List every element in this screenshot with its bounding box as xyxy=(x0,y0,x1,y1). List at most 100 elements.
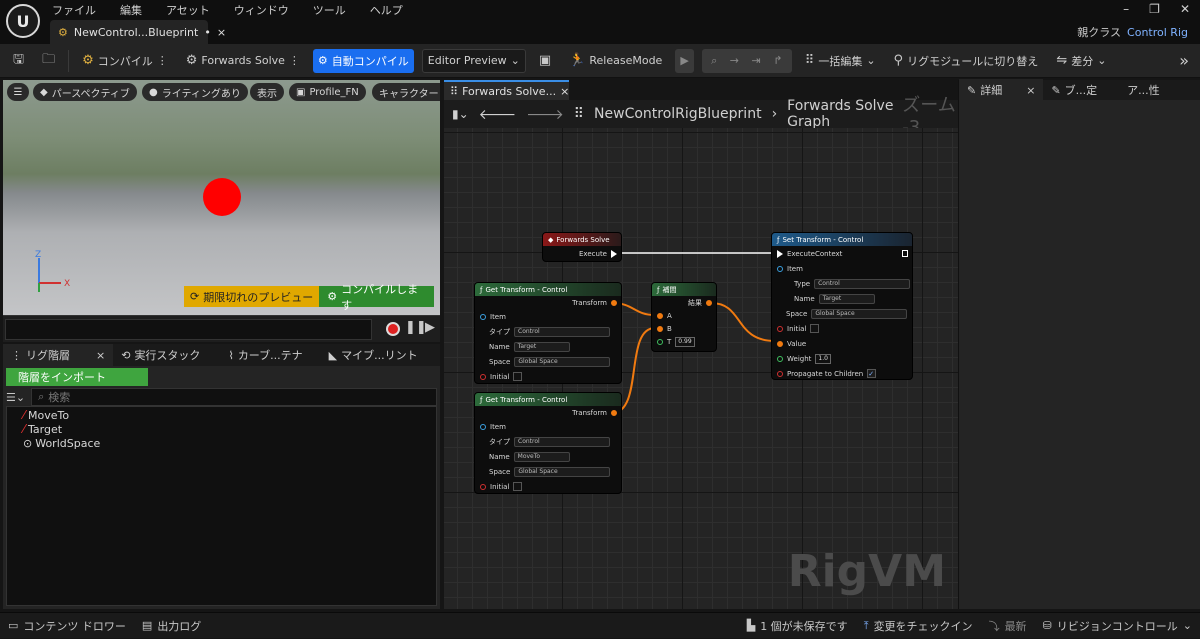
bool-pin-icon[interactable] xyxy=(480,483,486,490)
sequencer-track[interactable] xyxy=(5,319,372,340)
tab-execution-stack[interactable]: ⟲ 実行スタック xyxy=(113,344,208,366)
transform-output-pin[interactable]: Transform xyxy=(475,296,621,309)
menu-window[interactable]: ウィンドウ xyxy=(234,2,289,18)
space-pin[interactable]: Space Global Space xyxy=(475,464,621,479)
play-button[interactable]: ▶ xyxy=(675,48,694,73)
bool-pin-icon[interactable] xyxy=(777,370,783,377)
bulk-edit-dropdown[interactable]: ⠿ 一括編集 ⌄ xyxy=(800,49,881,73)
t-value-input[interactable]: 0.99 xyxy=(675,336,695,347)
struct-pin-icon[interactable] xyxy=(480,423,486,430)
initial-pin[interactable]: Initial xyxy=(772,321,912,336)
compile-options-icon[interactable]: ⋮ xyxy=(157,54,168,67)
transform-pin-icon[interactable] xyxy=(777,340,783,347)
exec-out-pin-icon[interactable] xyxy=(902,250,908,257)
maximize-icon[interactable]: ❐ xyxy=(1149,2,1160,16)
tab-my-blueprint[interactable]: ◣ マイブ...リント xyxy=(321,344,426,366)
compile-button[interactable]: ⚙ コンパイル ⋮ xyxy=(77,49,173,73)
control-sphere[interactable] xyxy=(203,178,241,216)
execute-pin[interactable]: Execute xyxy=(543,246,621,261)
exec-pin-icon[interactable] xyxy=(611,249,617,258)
exec-pin-icon[interactable] xyxy=(777,249,783,258)
name-pin[interactable]: Name MoveTo xyxy=(475,449,621,464)
unsaved-button[interactable]: ▙ 1 個が未保存です xyxy=(739,613,856,639)
transform-pin-icon[interactable] xyxy=(657,312,663,319)
bool-pin-icon[interactable] xyxy=(777,325,783,332)
transform-output-pin[interactable]: Transform xyxy=(475,406,621,419)
import-hierarchy-button[interactable]: 階層をインポート xyxy=(6,368,148,386)
weight-value-input[interactable]: 1.0 xyxy=(815,353,831,364)
filter-icon[interactable]: ☰⌄ xyxy=(6,391,25,404)
pause-icon[interactable]: ❚❚ xyxy=(405,320,427,335)
close-tab-icon[interactable]: × xyxy=(1026,84,1035,97)
compile-now-button[interactable]: ⚙ コンパイルします xyxy=(319,283,434,312)
transform-pin-icon[interactable] xyxy=(657,325,663,332)
menu-help[interactable]: ヘルプ xyxy=(370,2,403,18)
propagate-checkbox[interactable]: ✓ xyxy=(867,369,877,378)
solve-options-icon[interactable]: ⋮ xyxy=(289,54,300,67)
unreal-logo-icon[interactable]: U xyxy=(6,4,40,38)
step-controls[interactable]: ⌕ → ⇥ ↱ xyxy=(701,48,792,73)
weight-pin[interactable]: Weight 1.0 xyxy=(772,351,912,366)
float-pin-icon[interactable] xyxy=(777,355,783,362)
viewport-lighting-button[interactable]: ● ライティングあり xyxy=(142,83,248,101)
content-drawer-button[interactable]: ▭ コンテンツ ドロワー xyxy=(0,613,134,639)
execute-context-pin[interactable]: ExecuteContext xyxy=(772,246,912,261)
transform-pin-icon[interactable] xyxy=(706,299,712,306)
browse-button[interactable]: 🗀 xyxy=(37,49,60,73)
initial-pin[interactable]: Initial xyxy=(475,369,621,383)
initial-checkbox[interactable] xyxy=(513,482,523,491)
type-pin[interactable]: タイプ Control xyxy=(475,324,621,339)
a-pin[interactable]: A xyxy=(652,309,716,322)
forward-arrow-icon[interactable]: 🡒 xyxy=(526,106,564,123)
viewport-profile-button[interactable]: ▣ Profile_FN xyxy=(289,83,366,101)
struct-pin-icon[interactable] xyxy=(777,265,783,272)
space-dropdown[interactable]: Global Space xyxy=(514,466,611,477)
set-transform-node[interactable]: ƒ Set Transform - Control ExecuteContext … xyxy=(771,232,913,380)
tree-item-moveto[interactable]: ⁄ MoveTo xyxy=(7,408,436,422)
space-dropdown[interactable]: Global Space xyxy=(811,308,908,319)
record-icon[interactable] xyxy=(386,322,400,336)
viewport-menu-button[interactable]: ☰ xyxy=(7,83,29,101)
breadcrumb-current[interactable]: Forwards Solve Graph xyxy=(787,98,898,130)
result-pin[interactable]: 結果 xyxy=(652,296,716,309)
play-forward-icon[interactable]: ▶ xyxy=(425,320,435,335)
forwards-solve-node[interactable]: ◆ Forwards Solve Execute xyxy=(542,232,622,262)
editor-preview-dropdown[interactable]: Editor Preview ⌄ xyxy=(421,48,526,73)
tab-rig-hierarchy[interactable]: ⋮ リグ階層 × xyxy=(3,344,114,366)
b-pin[interactable]: B xyxy=(652,322,716,335)
menu-asset[interactable]: アセット xyxy=(166,2,210,18)
name-pin[interactable]: Name Target xyxy=(475,339,621,354)
name-pin[interactable]: Name Target xyxy=(772,291,912,306)
tab-blueprint-settings[interactable]: ✎ ブ...定 xyxy=(1043,79,1105,101)
hierarchy-search-input[interactable]: ⌕ 検索 xyxy=(31,388,437,406)
get-transform-node-moveto[interactable]: ƒ Get Transform - Control Transform Item … xyxy=(474,392,622,494)
back-arrow-icon[interactable]: 🡐 xyxy=(479,106,517,123)
viewport-character-button[interactable]: キャラクター xyxy=(372,83,440,101)
type-dropdown[interactable]: Control xyxy=(514,326,610,337)
breadcrumb-root[interactable]: NewControlRigBlueprint xyxy=(594,106,762,122)
interpolate-node[interactable]: ƒ 補間 結果 A B T 0.99 xyxy=(651,282,717,352)
auto-compile-button[interactable]: ⚙ 自動コンパイル xyxy=(312,48,414,73)
initial-checkbox[interactable] xyxy=(810,324,820,333)
viewport-show-button[interactable]: 表示 xyxy=(250,83,284,101)
tab-asset-properties[interactable]: ア...性 xyxy=(1119,79,1168,101)
revision-control-button[interactable]: ⛁ リビジョンコントロール ⌄ xyxy=(1035,613,1200,639)
minimize-icon[interactable]: – xyxy=(1123,2,1129,16)
propagate-pin[interactable]: Propagate to Children ✓ xyxy=(772,366,912,379)
parent-class-link[interactable]: Control Rig xyxy=(1127,26,1188,39)
menu-file[interactable]: ファイル xyxy=(52,2,96,18)
transform-pin-icon[interactable] xyxy=(611,409,617,416)
close-tab-icon[interactable]: × xyxy=(96,349,105,362)
save-button[interactable]: 🖫 xyxy=(8,49,29,73)
struct-pin-icon[interactable] xyxy=(480,313,486,320)
initial-checkbox[interactable] xyxy=(513,372,523,381)
type-pin[interactable]: タイプ Control xyxy=(475,434,621,449)
item-pin[interactable]: Item xyxy=(475,419,621,434)
menu-edit[interactable]: 編集 xyxy=(120,2,142,18)
float-pin-icon[interactable] xyxy=(657,338,663,345)
bookmark-icon[interactable]: ▮⌄ xyxy=(452,107,469,121)
close-window-icon[interactable]: ✕ xyxy=(1180,2,1190,16)
name-dropdown[interactable]: Target xyxy=(818,293,875,304)
forwards-solve-button[interactable]: ⚙ Forwards Solve ⋮ xyxy=(181,49,305,73)
tree-item-worldspace[interactable]: ⊙ WorldSpace xyxy=(7,436,436,450)
